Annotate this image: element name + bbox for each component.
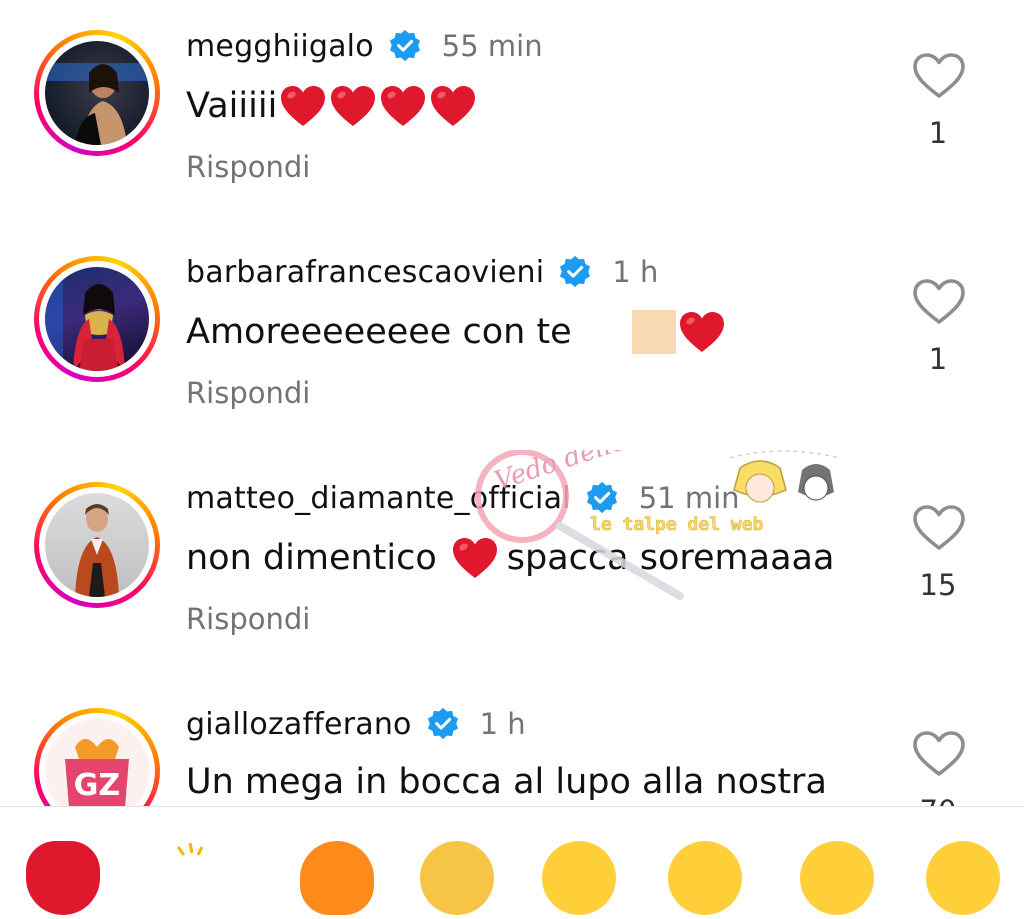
- clapping-hands-reaction-icon[interactable]: [420, 841, 494, 915]
- like-heart-icon[interactable]: [912, 278, 966, 326]
- avatar[interactable]: [45, 493, 149, 597]
- surprised-face-reaction-icon[interactable]: [800, 841, 874, 915]
- username[interactable]: giallozafferano: [186, 707, 412, 742]
- reply-button[interactable]: Rispondi: [186, 376, 310, 410]
- like-heart-icon[interactable]: [912, 504, 966, 552]
- red-heart-reaction-icon[interactable]: [26, 841, 100, 915]
- verified-badge-icon: [426, 707, 460, 741]
- story-ring[interactable]: [34, 482, 160, 608]
- comment-text: non dimentico spacca soremaaaa: [186, 536, 835, 580]
- red-heart-emoji-icon: [678, 310, 726, 354]
- like-heart-icon[interactable]: [912, 52, 966, 100]
- red-heart-emoji-icon: [329, 84, 377, 128]
- comment-text: Vaiiiii: [186, 84, 477, 128]
- like-count[interactable]: 1: [888, 342, 988, 376]
- like-heart-icon[interactable]: [912, 730, 966, 778]
- verified-badge-icon: [388, 29, 422, 63]
- reply-button[interactable]: Rispondi: [186, 602, 310, 636]
- username[interactable]: barbarafrancescaovieni: [186, 255, 544, 290]
- timestamp: 51 min: [638, 481, 740, 515]
- crying-face-reaction-icon[interactable]: [542, 841, 616, 915]
- like-count[interactable]: 1: [888, 116, 988, 150]
- emoji-reaction-bar: [0, 806, 1024, 915]
- raising-hands-reaction-icon[interactable]: [168, 841, 242, 915]
- comment-item: barbarafrancescaovieni 1 h Amoreeeeeeee …: [0, 226, 1024, 452]
- comment-item: megghiigalo 55 min Vaiiiii Rispondi 1: [0, 0, 1024, 226]
- red-heart-emoji-icon: [451, 536, 499, 580]
- comment-item: matteo_diamante_official 51 min non dime…: [0, 452, 1024, 678]
- username[interactable]: matteo_diamante_official: [186, 481, 571, 516]
- heart-eyes-reaction-icon[interactable]: [668, 841, 742, 915]
- avatar[interactable]: [45, 41, 149, 145]
- fire-reaction-icon[interactable]: [300, 841, 374, 915]
- like-count[interactable]: 15: [888, 568, 988, 602]
- red-heart-emoji-icon: [279, 84, 327, 128]
- reply-button[interactable]: Rispondi: [186, 150, 310, 184]
- timestamp: 1 h: [612, 255, 659, 289]
- red-heart-emoji-icon: [379, 84, 427, 128]
- skin-tone-emoji-icon: [631, 310, 676, 354]
- comment-text: Amoreeeeeeee con te: [186, 310, 726, 354]
- timestamp: 1 h: [479, 707, 526, 741]
- svg-text:GZ: GZ: [74, 768, 120, 803]
- username[interactable]: megghiigalo: [186, 29, 374, 64]
- verified-badge-icon: [558, 255, 592, 289]
- red-heart-emoji-icon: [429, 84, 477, 128]
- verified-badge-icon: [585, 481, 619, 515]
- story-ring[interactable]: [34, 256, 160, 382]
- avatar[interactable]: [45, 267, 149, 371]
- laughing-face-reaction-icon[interactable]: [926, 841, 1000, 915]
- timestamp: 55 min: [441, 29, 543, 63]
- comment-text: Un mega in bocca al lupo alla nostra: [186, 762, 827, 802]
- story-ring[interactable]: [34, 30, 160, 156]
